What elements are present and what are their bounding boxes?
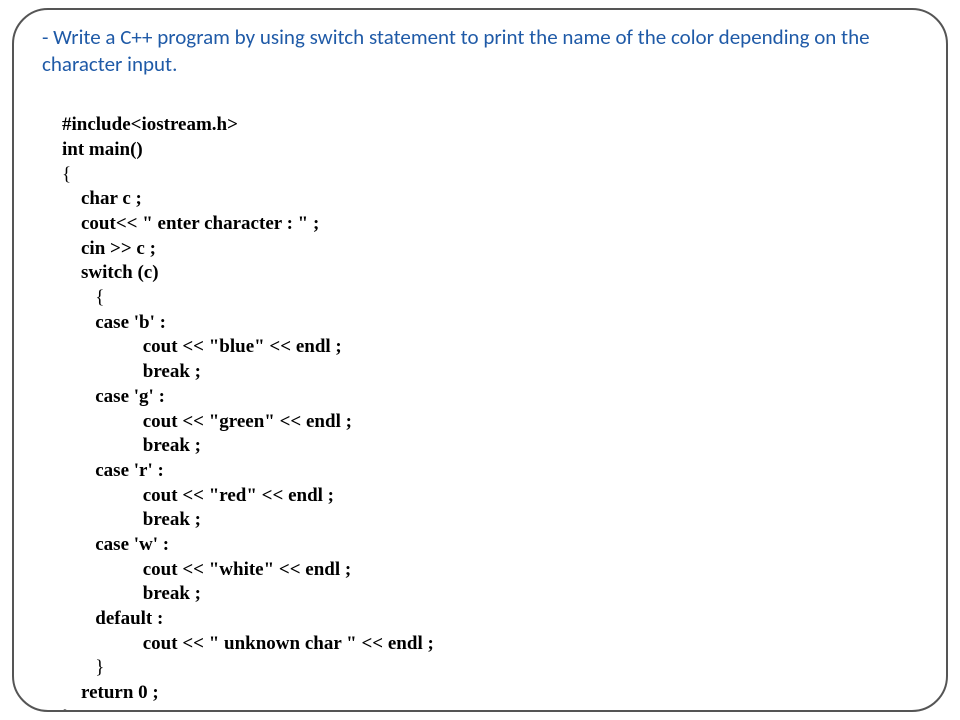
- code-line-2: int main(): [62, 139, 143, 160]
- code-line-19: cout << "white" << endl ;: [62, 559, 351, 580]
- code-line-9: case 'b' :: [62, 312, 166, 333]
- code-line-16: cout << "red" << endl ;: [62, 485, 334, 506]
- code-line-20: break ;: [62, 583, 201, 604]
- code-line-22: cout << " unknown char " << endl ;: [62, 633, 434, 654]
- code-line-14: break ;: [62, 435, 201, 456]
- code-line-13: cout << "green" << endl ;: [62, 411, 352, 432]
- code-line-4: char c ;: [62, 188, 142, 209]
- code-line-24: return 0 ;: [62, 682, 159, 703]
- code-line-7: switch (c): [62, 262, 159, 283]
- code-line-23: }: [62, 657, 104, 678]
- code-line-18: case 'w' :: [62, 534, 169, 555]
- code-line-15: case 'r' :: [62, 460, 164, 481]
- code-line-12: case 'g' :: [62, 386, 165, 407]
- code-line-17: break ;: [62, 509, 201, 530]
- code-line-10: cout << "blue" << endl ;: [62, 336, 342, 357]
- code-line-11: break ;: [62, 361, 201, 382]
- code-line-21: default :: [62, 608, 163, 629]
- code-line-3: {: [62, 164, 71, 185]
- slide-container: - Write a C++ program by using switch st…: [12, 8, 948, 712]
- code-block: #include<iostream.h> int main() { char c…: [42, 89, 918, 712]
- code-line-25: }: [62, 707, 71, 712]
- code-line-6: cin >> c ;: [62, 238, 156, 259]
- code-line-1: #include<iostream.h>: [62, 114, 238, 135]
- code-line-5: cout<< " enter character : " ;: [62, 213, 319, 234]
- slide-title: - Write a C++ program by using switch st…: [42, 24, 918, 79]
- code-line-8: {: [62, 287, 104, 308]
